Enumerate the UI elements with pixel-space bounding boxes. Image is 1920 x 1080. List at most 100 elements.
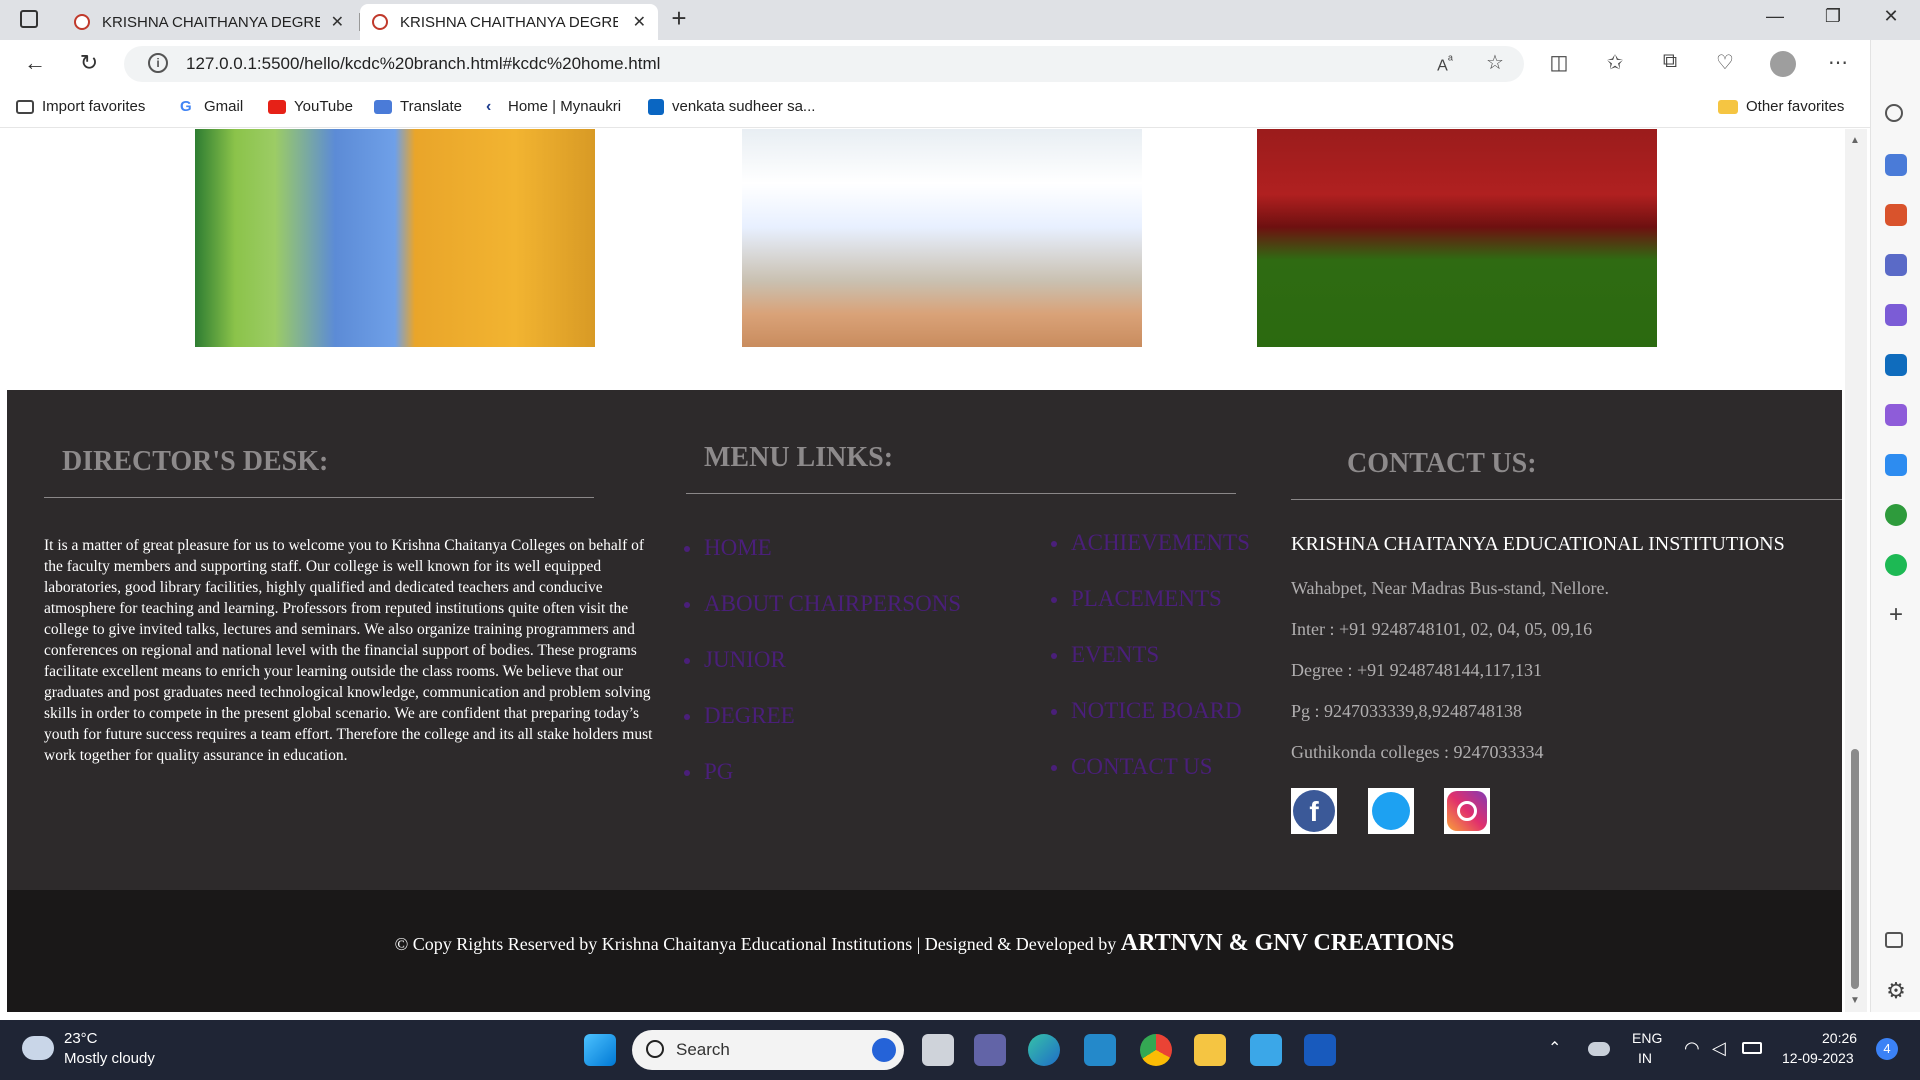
weather-icon[interactable] — [22, 1036, 54, 1060]
weather-temp[interactable]: 23°C — [64, 1030, 98, 1047]
menu-link-notice-board[interactable]: NOTICE BOARD — [1051, 698, 1250, 754]
send-icon[interactable] — [1885, 454, 1907, 476]
menu-link-junior[interactable]: JUNIOR — [684, 647, 961, 703]
close-window-icon[interactable]: ✕ — [1868, 6, 1914, 27]
mynaukri-icon: ‹ — [486, 98, 500, 114]
close-tab-icon[interactable]: ✕ — [331, 12, 344, 32]
youtube-link[interactable]: YouTube — [268, 98, 353, 115]
tab-strip: KRISHNA CHAITHANYA DEGREE ✕ KRISHNA CHAI… — [0, 0, 1920, 40]
mynaukri-link[interactable]: ‹ Home | Mynaukri — [486, 98, 621, 115]
contact-address: Wahabpet, Near Madras Bus-stand, Nellore… — [1291, 578, 1609, 598]
scrollbar-thumb[interactable] — [1851, 749, 1859, 989]
read-aloud-icon[interactable]: Aᵃ — [1430, 52, 1460, 75]
sidebar-panel-icon[interactable] — [1885, 932, 1903, 948]
file-explorer-icon[interactable] — [1194, 1034, 1226, 1066]
search-icon[interactable] — [1885, 104, 1903, 122]
onedrive-icon[interactable] — [1588, 1042, 1610, 1056]
site-footer: DIRECTOR'S DESK: It is a matter of great… — [7, 390, 1842, 890]
other-favorites-link[interactable]: Other favorites — [1718, 98, 1844, 115]
copyright-notice: © Copy Rights Reserved by Krishna Chaita… — [394, 934, 1117, 954]
back-icon[interactable]: ← — [20, 50, 50, 76]
address-bar[interactable]: i 127.0.0.1:5500/hello/kcdc%20branch.htm… — [124, 46, 1524, 82]
task-view-icon[interactable] — [922, 1034, 954, 1066]
outlook-icon[interactable] — [1885, 354, 1907, 376]
vscode-icon[interactable] — [1084, 1034, 1116, 1066]
tab-1-title: KRISHNA CHAITHANYA DEGREE — [102, 13, 320, 31]
more-options-icon[interactable]: ⋯ — [1823, 50, 1853, 75]
notification-badge[interactable]: 4 — [1876, 1038, 1898, 1060]
wifi-icon[interactable]: ◠ — [1684, 1038, 1700, 1059]
edge-icon[interactable] — [1028, 1034, 1060, 1066]
menu-link-home[interactable]: HOME — [684, 535, 961, 591]
scroll-down-icon[interactable]: ▼ — [1850, 995, 1860, 1006]
fav-label: Import favorites — [42, 98, 146, 115]
bing-icon — [872, 1038, 896, 1062]
language-en[interactable]: ENG — [1632, 1030, 1662, 1046]
url-text[interactable]: 127.0.0.1:5500/hello/kcdc%20branch.html#… — [186, 54, 660, 74]
taskbar-search[interactable]: Search — [632, 1030, 904, 1070]
refresh-icon[interactable]: ↻ — [74, 50, 104, 76]
menu-link-placements[interactable]: PLACEMENTS — [1051, 586, 1250, 642]
shopping-icon[interactable] — [1885, 154, 1907, 176]
clock-date[interactable]: 12-09-2023 — [1782, 1050, 1854, 1066]
notepad-icon[interactable] — [1250, 1034, 1282, 1066]
copyright-bar: © Copy Rights Reserved by Krishna Chaita… — [7, 890, 1842, 1012]
import-icon — [16, 99, 34, 114]
menu-link-events[interactable]: EVENTS — [1051, 642, 1250, 698]
fav-label: YouTube — [294, 98, 353, 115]
weather-desc[interactable]: Mostly cloudy — [64, 1050, 155, 1067]
folder-icon — [1718, 99, 1738, 114]
tab-2-active[interactable]: KRISHNA CHAITHANYA DEGREE ✕ — [360, 4, 658, 40]
word-icon[interactable] — [1304, 1034, 1336, 1066]
favorites-icon[interactable]: ✩ — [1600, 50, 1630, 75]
microsoft-365-icon[interactable] — [1885, 304, 1907, 326]
menu-link-contact-us[interactable]: CONTACT US — [1051, 754, 1250, 810]
restore-icon[interactable]: ❐ — [1810, 6, 1856, 27]
menu-link-achievements[interactable]: ACHIEVEMENTS — [1051, 530, 1250, 586]
menu-link-degree[interactable]: DEGREE — [684, 703, 961, 759]
vertical-scrollbar[interactable]: ▲ ▼ — [1845, 129, 1867, 1012]
menu-link-about-chairpersons[interactable]: ABOUT CHAIRPERSONS — [684, 591, 961, 647]
spotify-icon[interactable] — [1885, 554, 1907, 576]
favorite-star-icon[interactable]: ☆ — [1480, 50, 1510, 75]
chrome-icon[interactable] — [1140, 1034, 1172, 1066]
new-tab-icon[interactable]: + — [656, 3, 702, 34]
battery-icon[interactable] — [1742, 1042, 1762, 1054]
twitter-icon[interactable] — [1368, 788, 1414, 834]
show-hidden-icons-icon[interactable]: ⌃ — [1548, 1038, 1561, 1058]
designer-icon[interactable] — [1885, 404, 1907, 426]
menu-link-pg[interactable]: PG — [684, 759, 961, 815]
contact-us-heading: CONTACT US: — [1347, 448, 1537, 479]
settings-gear-icon[interactable]: ⚙ — [1885, 980, 1907, 1002]
facebook-icon[interactable]: f — [1291, 788, 1337, 834]
browser-essentials-icon[interactable]: ♡ — [1710, 50, 1740, 75]
gmail-link[interactable]: G Gmail — [180, 98, 243, 115]
volume-icon[interactable]: ◁ — [1712, 1038, 1726, 1059]
contact-inter-phone: Inter : +91 9248748101, 02, 04, 05, 09,1… — [1291, 619, 1593, 639]
close-tab-icon[interactable]: ✕ — [633, 12, 646, 32]
tab-1[interactable]: KRISHNA CHAITHANYA DEGREE ✕ — [62, 4, 360, 40]
add-icon[interactable]: + — [1885, 603, 1907, 627]
minimize-icon[interactable]: — — [1752, 6, 1798, 27]
tab-actions-icon[interactable] — [20, 10, 38, 28]
clock-time[interactable]: 20:26 — [1822, 1030, 1857, 1046]
start-windows-icon[interactable] — [584, 1034, 616, 1066]
collections-icon[interactable]: ⧉ — [1655, 50, 1685, 73]
scroll-up-icon[interactable]: ▲ — [1850, 135, 1860, 146]
teams-icon[interactable] — [974, 1034, 1006, 1066]
web-page: DIRECTOR'S DESK: It is a matter of great… — [0, 129, 1850, 1012]
profile-avatar[interactable] — [1770, 51, 1796, 77]
split-screen-icon[interactable]: ◫ — [1544, 50, 1574, 75]
linkedin-link[interactable]: venkata sudheer sa... — [648, 98, 815, 115]
games-icon[interactable] — [1885, 254, 1907, 276]
tree-icon[interactable] — [1885, 504, 1907, 526]
copyright-text: © Copy Rights Reserved by Krishna Chaita… — [7, 930, 1842, 957]
tools-icon[interactable] — [1885, 204, 1907, 226]
translate-link[interactable]: Translate — [374, 98, 462, 115]
language-in[interactable]: IN — [1638, 1050, 1652, 1066]
import-favorites-link[interactable]: Import favorites — [16, 98, 145, 115]
windows-taskbar: 23°C Mostly cloudy Search ⌃ ENG IN ◠ ◁ 2… — [0, 1020, 1920, 1080]
instagram-icon[interactable] — [1444, 788, 1490, 834]
site-info-icon[interactable]: i — [148, 53, 168, 73]
edge-sidebar: + ⚙ — [1870, 40, 1920, 1012]
